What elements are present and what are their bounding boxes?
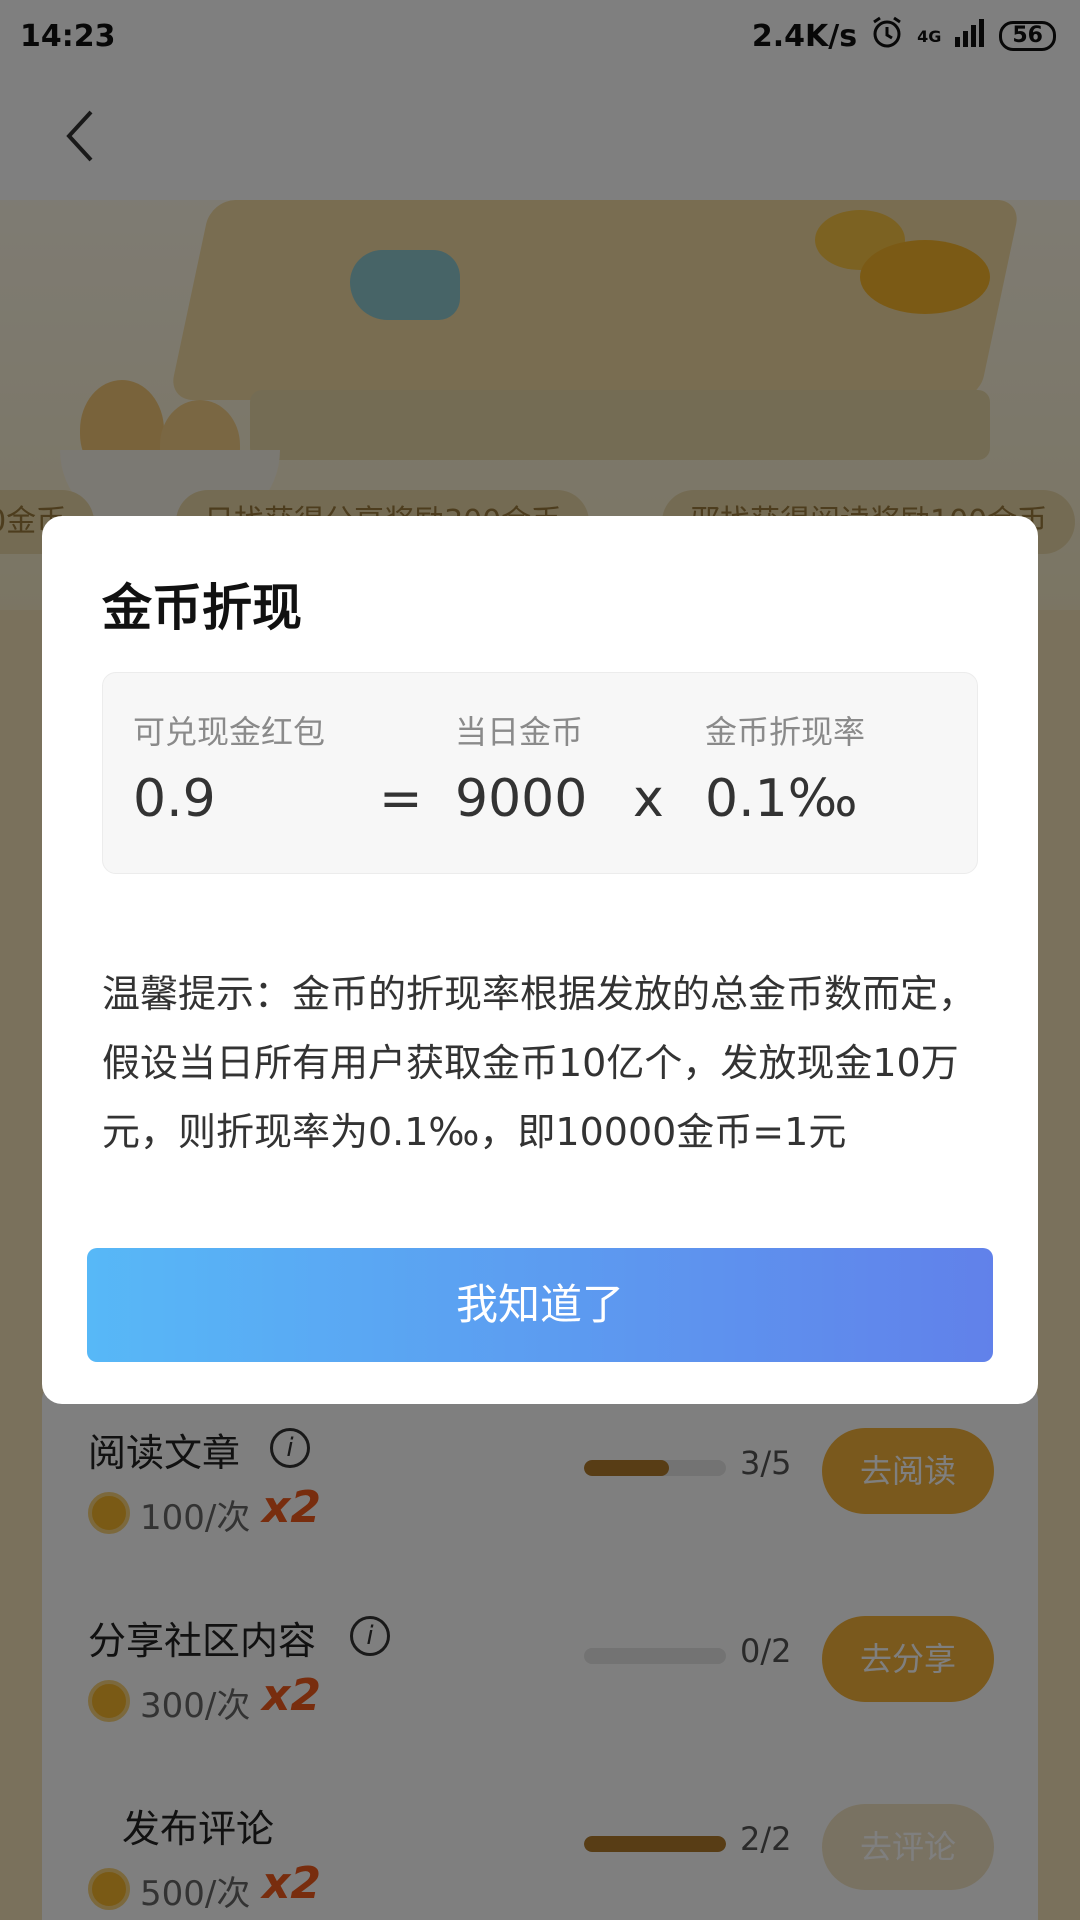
equals-sign: = (379, 769, 423, 829)
rate-value: 0.1‰ (705, 769, 858, 829)
coins-label: 当日金币 (455, 713, 584, 751)
got-it-button[interactable]: 我知道了 (87, 1248, 993, 1362)
cashout-formula: 可兑现金红包 当日金币 金币折现率 0.9 = 9000 x 0.1‰ (102, 672, 978, 874)
coin-cashout-dialog: 金币折现 可兑现金红包 当日金币 金币折现率 0.9 = 9000 x 0.1‰… (42, 516, 1038, 1404)
cash-value: 0.9 (133, 769, 216, 829)
cash-label: 可兑现金红包 (133, 713, 326, 751)
tip-text: 温馨提示：金币的折现率根据发放的总金币数而定，假设当日所有用户获取金币10亿个，… (102, 972, 977, 1154)
dialog-title: 金币折现 (102, 579, 302, 637)
rate-label: 金币折现率 (705, 713, 866, 751)
times-sign: x (633, 769, 664, 829)
coins-value: 9000 (455, 769, 588, 829)
